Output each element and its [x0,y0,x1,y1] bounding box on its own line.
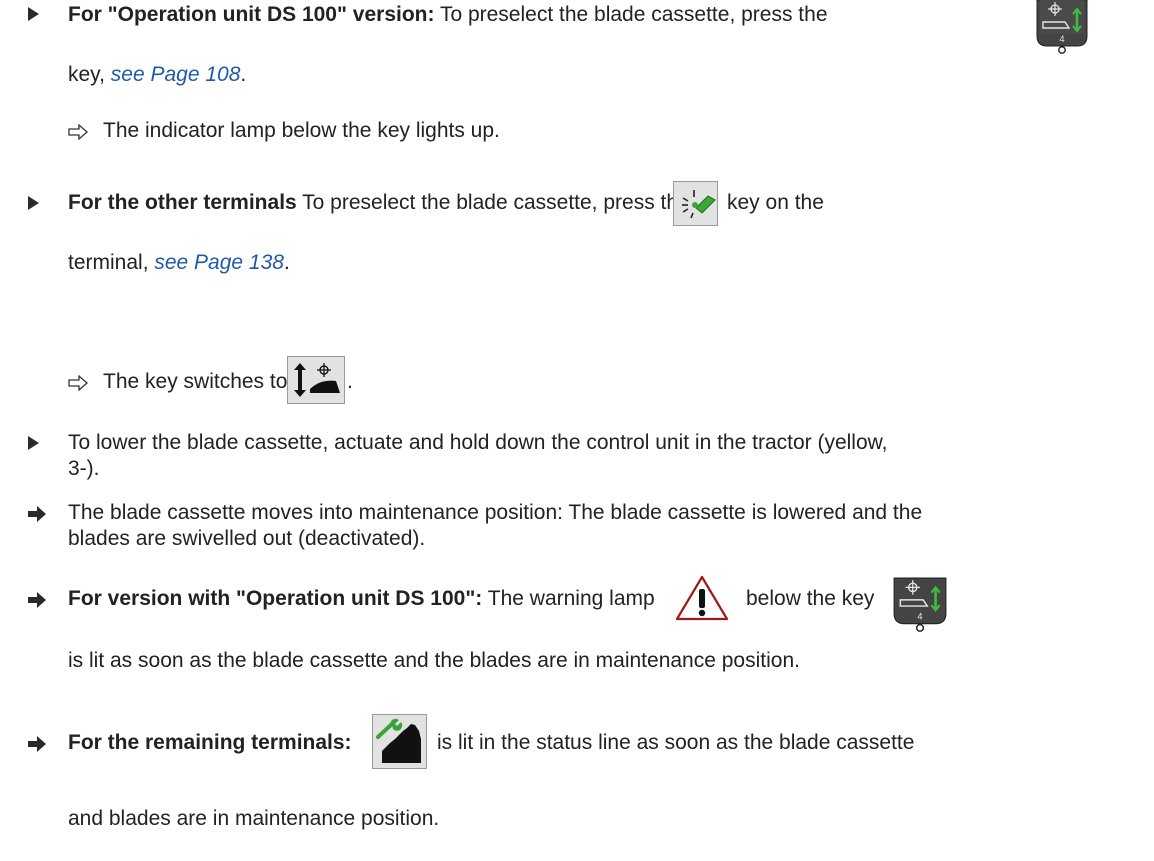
step-1-text: For "Operation unit DS 100" version: To … [68,2,828,28]
outcome-2-cont: is lit as soon as the blade cassette and… [68,649,800,672]
step-3-line2: 3-). [68,457,100,480]
step-bullet [28,196,39,210]
blade-lift-icon [294,363,340,397]
ds100-blade-key-icon: 4 [1035,0,1089,60]
result-arrow-icon [68,375,88,391]
step-1-body: To preselect the blade cassette, press t… [434,3,828,26]
result-2-text: The key switches to [103,370,288,393]
outcome-arrow-icon [28,592,46,608]
page-link-138[interactable]: see Page 138 [154,251,284,274]
step-2-text: For the other terminals To preselect the… [68,191,690,214]
outcome-2-after-lamp: below the key [746,587,875,610]
maintenance-status-key [372,714,427,769]
outcome-arrow-icon [28,506,46,522]
outcome-2-text: For version with "Operation unit DS 100"… [68,587,655,610]
warning-lamp-icon [674,574,730,628]
ds100-blade-key-icon: 4 [892,576,948,638]
step-1-bold: For "Operation unit DS 100" version: [68,3,435,26]
step-3-line1: To lower the blade cassette, actuate and… [68,431,888,454]
blade-active-key [287,356,345,404]
result-1-text: The indicator lamp below the key lights … [103,119,500,142]
outcome-3-text: is lit in the status line as soon as the… [437,731,915,754]
outcome-1-line1: The blade cassette moves into maintenanc… [68,501,923,524]
step-2-cont: terminal, see Page 138. [68,251,290,274]
step-bullet [28,436,39,450]
preselect-blade-key [673,181,718,226]
step-bullet [28,7,39,21]
result-2-end: . [347,370,353,393]
blade-preselect-icon [682,190,716,219]
key-number: 4 [917,612,922,622]
maintenance-wrench-icon [376,718,421,763]
key-number: 4 [1059,34,1064,44]
outcome-1-line2: blades are swivelled out (deactivated). [68,527,426,550]
outcome-3-cont: and blades are in maintenance position. [68,807,440,830]
step-1-cont: key, see Page 108. [68,63,247,86]
outcome-3-bold: For the remaining terminals: [68,731,352,754]
step-2-after-key: key on the [727,191,824,214]
result-arrow-icon [68,124,88,140]
outcome-arrow-icon [28,736,46,752]
page-link-108[interactable]: see Page 108 [111,63,241,86]
